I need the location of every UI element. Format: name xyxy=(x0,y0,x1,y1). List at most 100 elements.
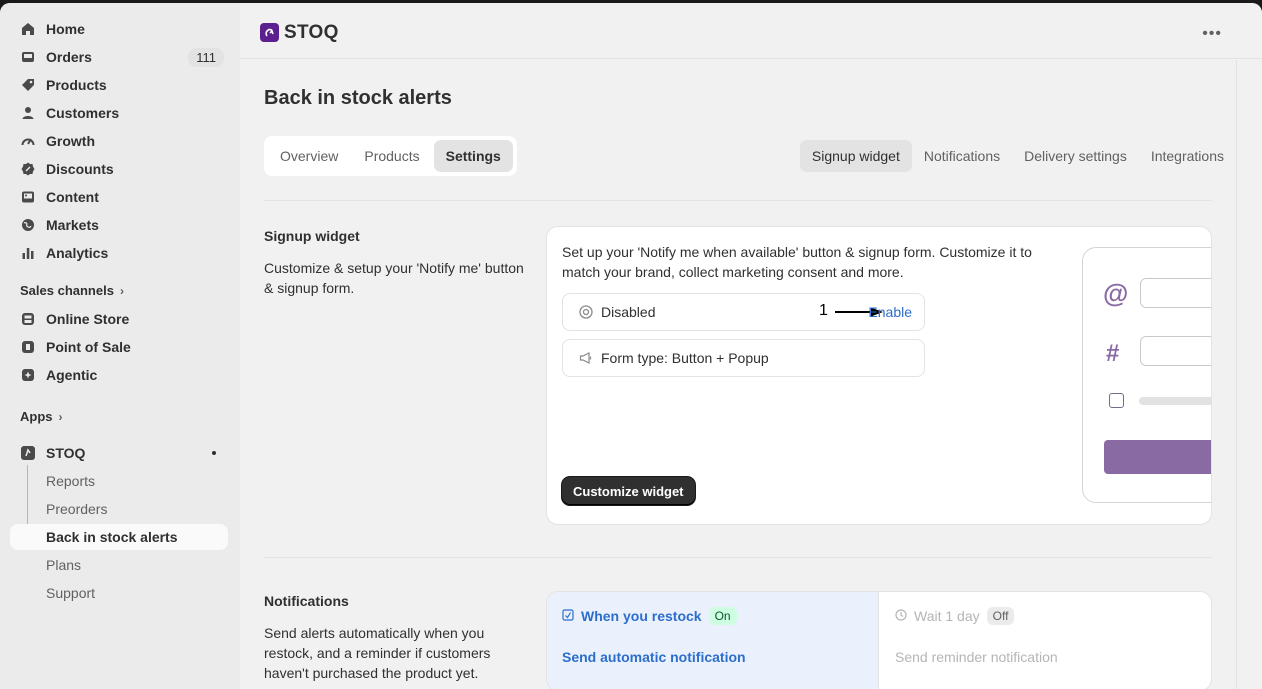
channel-online-store[interactable]: Online Store xyxy=(10,306,228,332)
send-automatic-notification-link[interactable]: Send automatic notification xyxy=(562,649,746,665)
section-divider xyxy=(264,557,1212,558)
subtab-delivery-settings[interactable]: Delivery settings xyxy=(1012,140,1139,172)
apps-header[interactable]: Apps › xyxy=(20,409,63,424)
agentic-icon xyxy=(20,367,36,383)
nav-discounts[interactable]: Discounts xyxy=(10,156,228,182)
nav-label: Customers xyxy=(46,105,120,121)
nav-orders[interactable]: Orders 111 xyxy=(10,44,228,70)
widget-status-label: Disabled xyxy=(601,304,656,320)
apps-label: Apps xyxy=(20,409,53,424)
nav-label: Discounts xyxy=(46,161,114,177)
channel-point-of-sale[interactable]: Point of Sale xyxy=(10,334,228,360)
send-reminder-notification-link[interactable]: Send reminder notification xyxy=(895,649,1058,665)
person-icon xyxy=(20,105,36,121)
stoq-logo-icon xyxy=(260,23,279,42)
subtab-integrations[interactable]: Integrations xyxy=(1139,140,1236,172)
notifications-card: When you restock On Send automatic notif… xyxy=(546,591,1212,689)
nav-label: Orders xyxy=(46,49,92,65)
notifications-section-description: Send alerts automatically when you resto… xyxy=(264,625,491,681)
nav-label: Point of Sale xyxy=(46,339,131,355)
nav-markets[interactable]: Markets xyxy=(10,212,228,238)
megaphone-icon xyxy=(579,351,593,365)
content-edge xyxy=(1236,60,1237,689)
subtab-signup-widget[interactable]: Signup widget xyxy=(799,140,912,172)
stoq-logo-icon xyxy=(20,445,36,461)
app-item-back-in-stock-alerts[interactable]: Back in stock alerts xyxy=(10,524,228,550)
preview-email-field xyxy=(1140,278,1211,308)
nav-label: Home xyxy=(46,21,85,37)
reminder-status-badge: Off xyxy=(986,607,1015,625)
tab-overview[interactable]: Overview xyxy=(268,140,350,172)
home-icon xyxy=(20,21,36,37)
widget-status-row: Disabled 1 Enable xyxy=(562,293,925,331)
app-name: STOQ xyxy=(284,22,339,43)
orders-icon xyxy=(20,49,36,65)
nav-analytics[interactable]: Analytics xyxy=(10,240,228,266)
nav-customers[interactable]: Customers xyxy=(10,100,228,126)
preview-submit-button xyxy=(1104,440,1211,474)
nav-growth[interactable]: Growth xyxy=(10,128,228,154)
restock-title: When you restock xyxy=(581,608,702,624)
app-stoq[interactable]: STOQ xyxy=(10,440,228,466)
app-header: STOQ ••• xyxy=(240,3,1262,59)
pos-icon xyxy=(20,339,36,355)
nav-label: Content xyxy=(46,189,99,205)
restock-icon xyxy=(562,608,574,624)
form-type-label: Form type: Button + Popup xyxy=(601,350,769,366)
chevron-right-icon: › xyxy=(58,409,63,424)
nav-label: Agentic xyxy=(46,367,98,383)
nav-label: Products xyxy=(46,77,107,93)
app-item-reports[interactable]: Reports xyxy=(10,468,228,494)
signup-widget-intro: Set up your 'Notify me when available' b… xyxy=(562,244,1032,280)
preview-consent-line xyxy=(1139,397,1211,405)
preview-checkbox xyxy=(1109,393,1124,408)
signup-section-description: Customize & setup your 'Notify me' butto… xyxy=(264,260,524,296)
bar-chart-icon xyxy=(20,245,36,261)
nav-label: Markets xyxy=(46,217,99,233)
nav-content[interactable]: Content xyxy=(10,184,228,210)
sales-channels-label: Sales channels xyxy=(20,283,114,298)
reminder-notification-panel[interactable]: Wait 1 day Off Send reminder notificatio… xyxy=(880,592,1211,689)
chevron-right-icon: › xyxy=(119,283,124,298)
nav-label: STOQ xyxy=(46,445,86,461)
disabled-icon xyxy=(579,305,593,319)
app-window: Home Orders 111 Products Customers Growt… xyxy=(0,3,1262,689)
gauge-icon xyxy=(20,133,36,149)
subtab-notifications[interactable]: Notifications xyxy=(912,140,1012,172)
app-item-plans[interactable]: Plans xyxy=(10,552,228,578)
clock-icon xyxy=(895,608,907,624)
app-item-preorders[interactable]: Preorders xyxy=(10,496,228,522)
preview-email-icon: @ xyxy=(1103,278,1129,308)
reminder-header: Wait 1 day Off xyxy=(895,607,1015,625)
annotation-number: 1 xyxy=(819,302,828,319)
tab-settings[interactable]: Settings xyxy=(433,140,513,172)
nav-label: Analytics xyxy=(46,245,109,261)
discount-icon xyxy=(20,161,36,177)
nav-label: Online Store xyxy=(46,311,130,327)
image-icon xyxy=(20,189,36,205)
channel-agentic[interactable]: Agentic xyxy=(10,362,228,388)
nav-products[interactable]: Products xyxy=(10,72,228,98)
settings-subtabs: Signup widget Notifications Delivery set… xyxy=(799,140,1236,172)
signup-section-title: Signup widget xyxy=(264,228,360,244)
customize-widget-button[interactable]: Customize widget xyxy=(562,477,695,505)
store-icon xyxy=(20,311,36,327)
app-item-support[interactable]: Support xyxy=(10,580,228,606)
nav-label: Growth xyxy=(46,133,95,149)
notifications-section-title: Notifications xyxy=(264,593,349,609)
restock-header: When you restock On xyxy=(562,607,737,625)
sales-channels-header[interactable]: Sales channels › xyxy=(20,283,124,298)
widget-preview: @ # xyxy=(1082,247,1211,503)
orders-count-badge: 111 xyxy=(188,47,224,67)
tab-products[interactable]: Products xyxy=(352,140,431,172)
restock-notification-panel[interactable]: When you restock On Send automatic notif… xyxy=(547,592,879,689)
main-content: STOQ ••• Back in stock alerts Overview P… xyxy=(240,3,1262,689)
enable-link[interactable]: Enable xyxy=(868,304,912,320)
preview-phone-icon: # xyxy=(1106,340,1120,367)
form-type-row[interactable]: Form type: Button + Popup xyxy=(562,339,925,377)
nav-home[interactable]: Home xyxy=(10,16,228,42)
app-pin-dot-icon xyxy=(212,451,216,455)
preview-phone-field xyxy=(1140,336,1211,366)
page-tabs: Overview Products Settings xyxy=(264,136,517,176)
more-actions-icon[interactable]: ••• xyxy=(1202,25,1222,43)
